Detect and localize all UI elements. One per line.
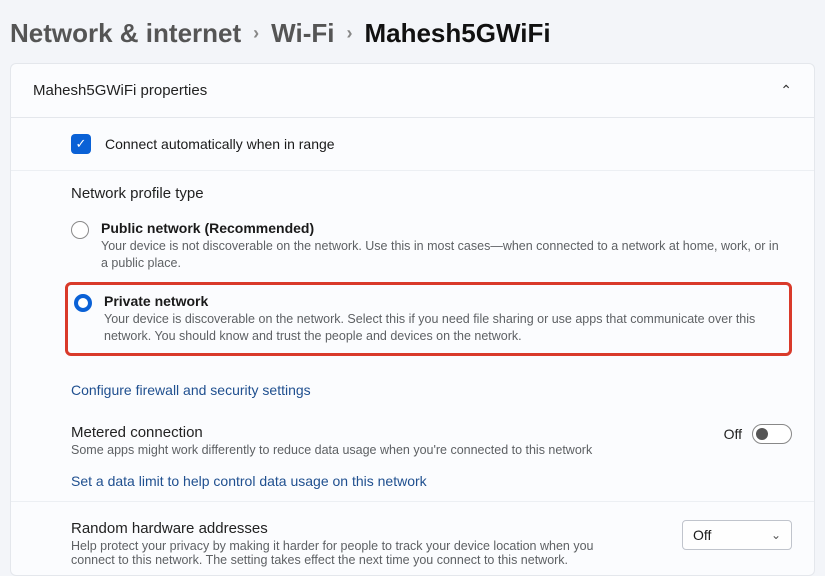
metered-connection-row: Metered connection Some apps might work … [11, 410, 814, 461]
metered-toggle[interactable] [752, 424, 792, 444]
public-network-radio[interactable] [71, 221, 89, 239]
auto-connect-checkbox[interactable]: ✓ [71, 134, 91, 154]
breadcrumb-wifi[interactable]: Wi-Fi [271, 18, 334, 49]
panel-header[interactable]: Mahesh5GWiFi properties ⌃ [11, 64, 814, 118]
private-network-option[interactable]: Private network Your device is discovera… [65, 282, 792, 356]
random-hw-desc: Help protect your privacy by making it h… [71, 539, 631, 567]
chevron-up-icon: ⌃ [780, 82, 792, 99]
properties-panel: Mahesh5GWiFi properties ⌃ ✓ Connect auto… [10, 63, 815, 576]
auto-connect-label: Connect automatically when in range [105, 136, 335, 152]
metered-state-label: Off [724, 426, 742, 442]
auto-connect-row: ✓ Connect automatically when in range [11, 118, 814, 171]
check-icon: ✓ [76, 136, 87, 152]
profile-type-heading: Network profile type [71, 185, 792, 202]
panel-body: ✓ Connect automatically when in range Ne… [11, 118, 814, 575]
private-network-desc: Your device is discoverable on the netwo… [104, 311, 779, 345]
public-network-option[interactable]: Public network (Recommended) Your device… [71, 214, 792, 278]
metered-title: Metered connection [71, 424, 592, 441]
data-limit-link[interactable]: Set a data limit to help control data us… [11, 461, 814, 501]
breadcrumb-current: Mahesh5GWiFi [364, 18, 550, 49]
breadcrumb: Network & internet › Wi-Fi › Mahesh5GWiF… [0, 0, 825, 63]
private-network-label: Private network [104, 293, 779, 309]
panel-title: Mahesh5GWiFi properties [33, 82, 207, 99]
metered-desc: Some apps might work differently to redu… [71, 443, 592, 457]
chevron-right-icon: › [253, 23, 259, 44]
chevron-right-icon: › [346, 23, 352, 44]
firewall-settings-link[interactable]: Configure firewall and security settings [11, 370, 814, 410]
profile-type-section: Network profile type Public network (Rec… [11, 171, 814, 370]
metered-toggle-wrap: Off [724, 424, 792, 444]
breadcrumb-network[interactable]: Network & internet [10, 18, 241, 49]
public-network-label: Public network (Recommended) [101, 220, 782, 236]
private-network-radio[interactable] [74, 294, 92, 312]
random-hw-row: Random hardware addresses Help protect y… [11, 501, 814, 575]
public-network-desc: Your device is not discoverable on the n… [101, 238, 782, 272]
random-hw-title: Random hardware addresses [71, 520, 631, 537]
